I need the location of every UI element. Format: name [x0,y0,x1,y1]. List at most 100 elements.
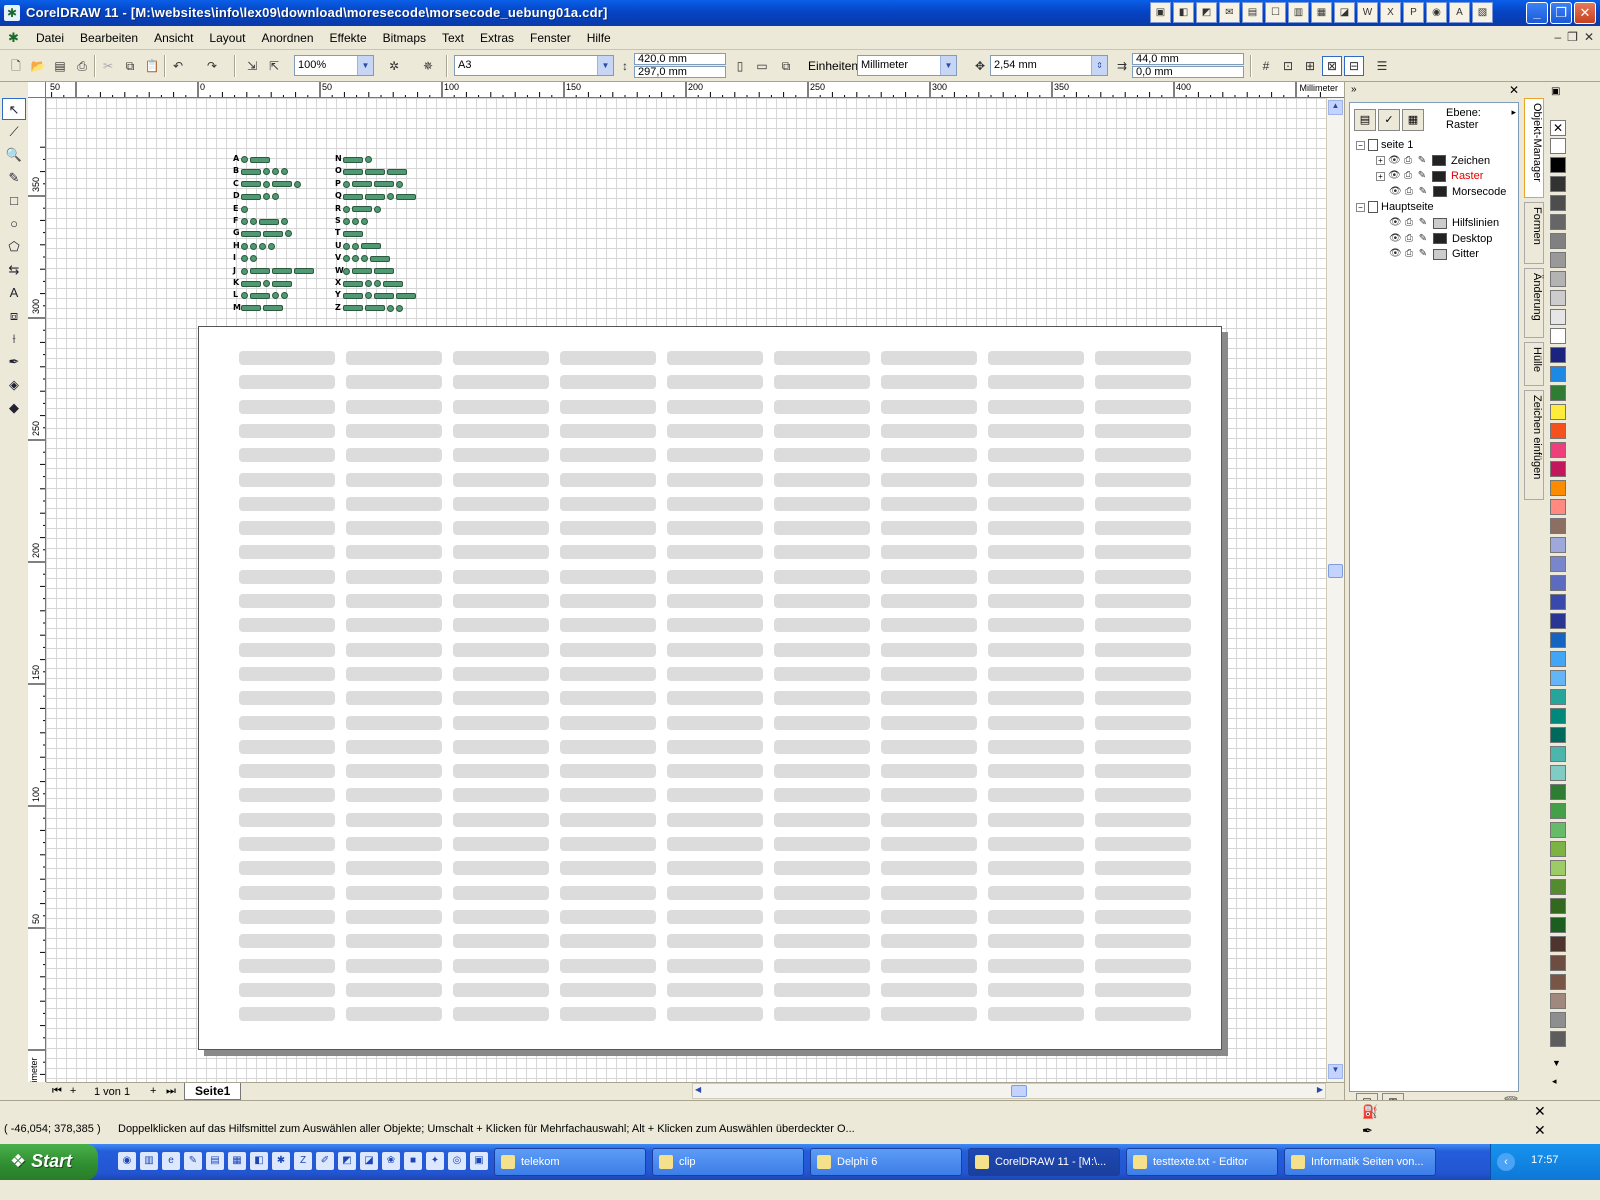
eye-icon[interactable]: 👁 [1388,155,1401,167]
grid-cell[interactable] [881,764,977,779]
excel-icon[interactable]: X [1380,2,1401,23]
tree-layer-node[interactable]: 👁 ⎙ ✎ Hilfslinien [1376,215,1499,231]
grid-cell[interactable] [453,448,549,463]
horizontal-scrollbar[interactable]: ◀ ▶ [692,1083,1326,1099]
pencil-icon[interactable]: ✎ [1417,233,1429,245]
menu-datei[interactable]: Datei [28,26,72,50]
grid-cell[interactable] [988,812,1084,827]
grid-cell[interactable] [988,861,1084,876]
grid-cell[interactable] [346,594,442,608]
grid-cell[interactable] [346,545,442,560]
menu-ansicht[interactable]: Ansicht [146,26,201,50]
tree-layer-node[interactable]: 👁 ⎙ ✎ Desktop [1376,231,1492,247]
grid-cell[interactable] [560,545,656,560]
grid-cell[interactable] [453,569,549,584]
word-icon[interactable]: W [1357,2,1378,23]
grid-cell[interactable] [881,861,977,876]
horizontal-ruler[interactable]: 50 0 50 100 150 200 250 300 350 400 Millimeter [46,82,1344,98]
coreldraw-balloon-icon[interactable]: ✱ [4,5,20,21]
grid-cell[interactable] [667,423,763,438]
grid-cell[interactable] [1095,715,1191,730]
grid-cell[interactable] [774,666,870,681]
start-button[interactable]: ❖ Start [0,1144,98,1180]
palette-swatch[interactable] [1550,423,1566,439]
grid-cell[interactable] [774,618,870,633]
grid-cell[interactable] [774,909,870,924]
grid-cell[interactable] [346,448,442,463]
grid-cell[interactable] [1095,496,1191,511]
grid-cell[interactable] [988,399,1084,414]
grid-cell[interactable] [346,691,442,706]
grid-cell[interactable] [239,909,335,924]
grid-cell[interactable] [560,618,656,633]
units-select[interactable]: Millimeter ▼ [857,55,957,76]
zoom-tool-icon[interactable]: 🔍 [2,144,26,166]
grid-cell[interactable] [453,934,549,949]
page-height-input[interactable]: 297,0 mm [634,66,726,78]
no-color-icon[interactable]: ✕ [1550,120,1566,136]
grid-cell[interactable] [1095,666,1191,681]
grid-cell[interactable] [881,521,977,536]
printer-icon[interactable]: ⎙ [1403,233,1415,245]
pencil-icon[interactable]: ✎ [1417,248,1429,260]
grid-cell[interactable] [453,521,549,536]
last-page-button[interactable]: ⏭ [166,1085,176,1098]
palette-swatch[interactable] [1550,727,1566,743]
grid-cell[interactable] [1095,1007,1191,1022]
palette-swatch[interactable] [1550,841,1566,857]
grid-cell[interactable] [1095,739,1191,754]
page-width-input[interactable]: 420,0 mm [634,53,726,65]
palette-swatch[interactable] [1550,157,1566,173]
close-button[interactable]: ✕ [1574,2,1596,24]
eye-icon[interactable]: 👁 [1389,186,1402,198]
rectangle-tool-icon[interactable]: □ [2,190,26,212]
palette-swatch[interactable] [1550,556,1566,572]
grid-cell[interactable] [774,764,870,779]
palette-swatch[interactable] [1550,480,1566,496]
grid-cell[interactable] [667,351,763,365]
palette-swatch[interactable] [1550,252,1566,268]
grid-cell[interactable] [453,351,549,365]
grid-cell[interactable] [239,594,335,608]
palette-swatch[interactable] [1550,138,1566,154]
palette-swatch[interactable] [1550,1012,1566,1028]
grid-cell[interactable] [988,545,1084,560]
palette-swatch[interactable] [1550,803,1566,819]
text-tool-icon[interactable]: A [2,282,26,304]
grid-cell[interactable] [239,472,335,487]
quick-launch-icon[interactable]: ✱ [272,1152,290,1170]
grid-cell[interactable] [560,909,656,924]
grid-cell[interactable] [667,375,763,390]
pick-tool-icon[interactable]: ↖ [2,98,26,120]
grid-cell[interactable] [239,496,335,511]
grid-cell[interactable] [774,1007,870,1022]
grid-cell[interactable] [881,496,977,511]
grid-cell[interactable] [881,375,977,390]
grid-cell[interactable] [881,837,977,851]
grid-cell[interactable] [239,715,335,730]
grid-cell[interactable] [667,861,763,876]
docker-tab-4[interactable]: Zeichen einfügen [1524,390,1544,500]
grid-cell[interactable] [453,909,549,924]
grid-cell[interactable] [774,545,870,560]
grid-cell[interactable] [774,642,870,657]
grid-cell[interactable] [774,448,870,463]
grid-cell[interactable] [988,982,1084,997]
grid-cell[interactable] [346,375,442,390]
grid-cell[interactable] [239,375,335,390]
grid-cell[interactable] [667,739,763,754]
grid-cell[interactable] [453,715,549,730]
add-page-after-button[interactable]: + [150,1085,156,1097]
doc-restore-button[interactable]: ❐ [1567,30,1578,44]
grid-cell[interactable] [239,764,335,779]
grid-cell[interactable] [881,423,977,438]
grid-cell[interactable] [1095,399,1191,414]
grid-cell[interactable] [346,909,442,924]
palette-swatch[interactable] [1550,651,1566,667]
page-tab[interactable]: Seite1 [184,1083,242,1100]
grid-cell[interactable] [346,1007,442,1022]
quick-launch-icon[interactable]: ❀ [382,1152,400,1170]
grid-cell[interactable] [881,472,977,487]
grid-cell[interactable] [1095,788,1191,803]
tree-expand-icon[interactable]: + [1376,171,1385,181]
